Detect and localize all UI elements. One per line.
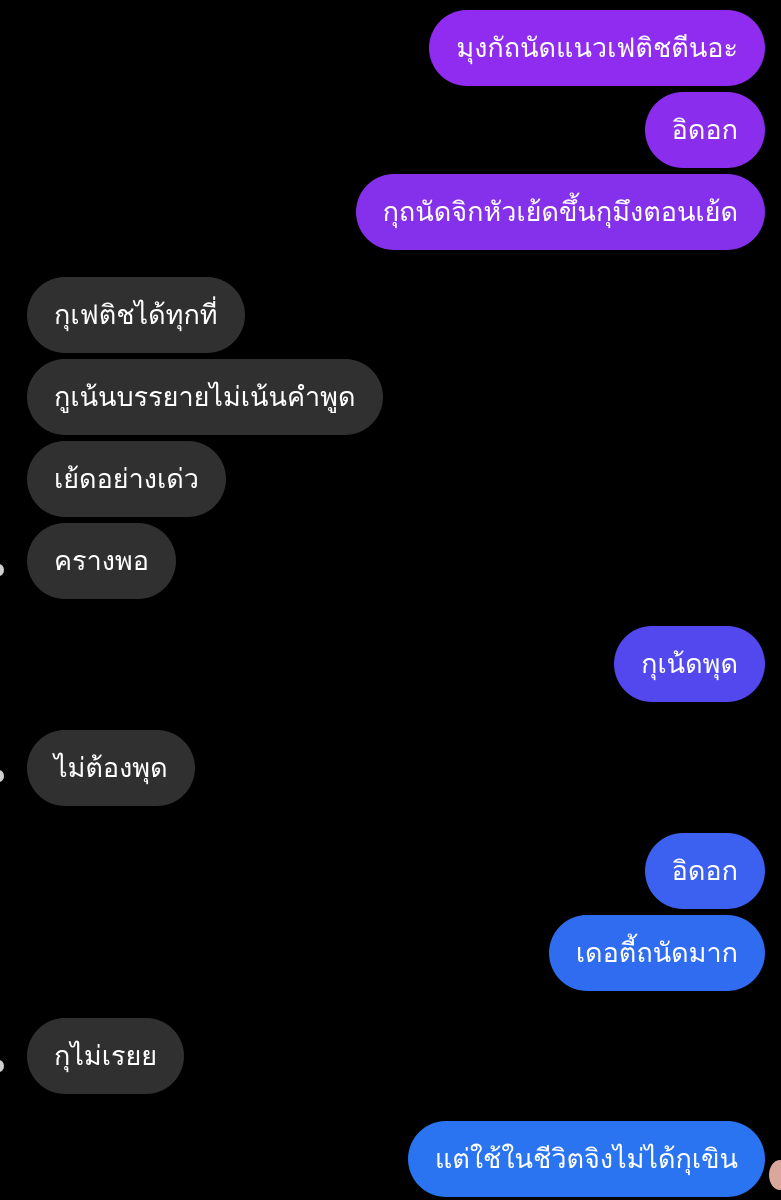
sender-avatar[interactable] (0, 1060, 4, 1072)
message-text: กุไม่เรยย (54, 1040, 158, 1072)
message-text: เย้ดอย่างเด่ว (54, 463, 199, 495)
message-bubble-outgoing[interactable]: แต่ใช้ในชีวิตจิงไม่ได้กุเขิน (407, 1121, 765, 1197)
message-bubble-incoming[interactable]: ครางพอ (27, 523, 176, 599)
sender-avatar[interactable] (0, 564, 4, 576)
message-bubble-outgoing[interactable]: อิดอก (644, 92, 765, 168)
message-text: ครางพอ (54, 545, 149, 577)
message-bubble-outgoing[interactable]: มุงกัถนัดแนวเฟติชตีนอะ (429, 10, 765, 86)
message-text: อิดอก (671, 855, 738, 887)
message-text: มุงกัถนัดแนวเฟติชตีนอะ (456, 32, 738, 64)
chat-thread: มุงกัถนัดแนวเฟติชตีนอะ อิดอก กุถนัดจิกหั… (0, 0, 781, 1200)
message-bubble-outgoing[interactable]: กุถนัดจิกหัวเย้ดขึ้นกุมึงตอนเย้ด (355, 174, 765, 250)
message-bubble-incoming[interactable]: ไม่ต้องพุด (27, 730, 195, 806)
message-bubble-outgoing[interactable]: อิดอก (644, 833, 765, 909)
message-bubble-incoming[interactable]: เย้ดอย่างเด่ว (27, 441, 226, 517)
message-bubble-incoming[interactable]: กุไม่เรยย (27, 1018, 185, 1094)
message-text: แต่ใช้ในชีวิตจิงไม่ได้กุเขิน (434, 1143, 738, 1175)
message-text: เดอตี้ถนัดมาก (575, 937, 738, 969)
read-receipt-avatar (769, 1160, 781, 1190)
sender-avatar[interactable] (0, 770, 4, 782)
message-bubble-outgoing[interactable]: กุเน้ดพุด (614, 626, 765, 702)
message-bubble-outgoing[interactable]: เดอตี้ถนัดมาก (548, 915, 765, 991)
message-text: ไม่ต้องพุด (54, 752, 168, 784)
message-bubble-incoming[interactable]: กุเฟติชได้ทุกที่ (27, 277, 245, 353)
message-text: กุเน้ดพุด (641, 648, 738, 680)
message-text: อิดอก (671, 114, 738, 146)
message-text: กุถนัดจิกหัวเย้ดขึ้นกุมึงตอนเย้ด (382, 196, 738, 228)
message-bubble-incoming[interactable]: กูเน้นบรรยายไม่เน้นคำพูด (27, 359, 383, 435)
message-text: กูเน้นบรรยายไม่เน้นคำพูด (54, 381, 356, 413)
message-text: กุเฟติชได้ทุกที่ (54, 299, 218, 331)
